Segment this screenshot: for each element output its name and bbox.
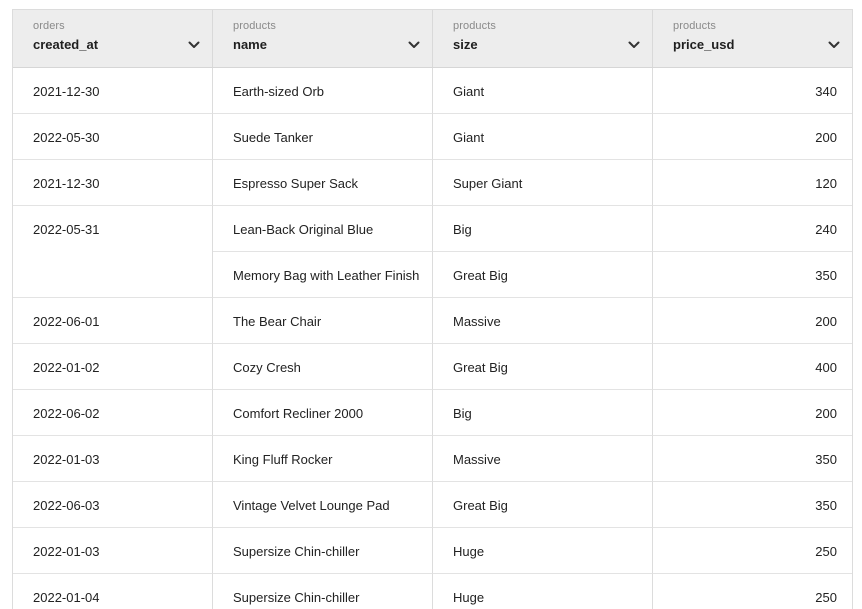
cell-created-at: 2022-05-30 bbox=[13, 114, 213, 160]
column-header-size[interactable]: products size bbox=[433, 10, 653, 67]
column-name: size bbox=[453, 37, 478, 52]
cell-price-usd: 250 bbox=[653, 574, 852, 609]
cell-price-usd: 350 bbox=[653, 482, 852, 528]
cell-price-usd: 240 bbox=[653, 206, 852, 252]
column-header-created-at[interactable]: orders created_at bbox=[13, 10, 213, 67]
cell-name: Suede Tanker bbox=[213, 114, 433, 160]
chevron-down-icon[interactable] bbox=[408, 41, 420, 49]
cell-price-usd: 200 bbox=[653, 114, 852, 160]
cell-created-at: 2021-12-30 bbox=[13, 160, 213, 206]
cell-size: Super Giant bbox=[433, 160, 653, 206]
data-table: orders created_at products name products… bbox=[12, 9, 853, 609]
cell-size: Big bbox=[433, 390, 653, 436]
cell-created-at: 2022-01-03 bbox=[13, 528, 213, 574]
cell-created-at: 2021-12-30 bbox=[13, 68, 213, 114]
cell-created-at: 2022-06-02 bbox=[13, 390, 213, 436]
cell-name: Earth-sized Orb bbox=[213, 68, 433, 114]
chevron-down-icon[interactable] bbox=[628, 41, 640, 49]
cell-price-usd: 350 bbox=[653, 436, 852, 482]
cell-price-usd: 120 bbox=[653, 160, 852, 206]
cell-created-at: 2022-01-02 bbox=[13, 344, 213, 390]
cell-created-at: 2022-01-03 bbox=[13, 436, 213, 482]
cell-created-at: 2022-06-01 bbox=[13, 298, 213, 344]
chevron-down-icon[interactable] bbox=[828, 41, 840, 49]
cell-name: The Bear Chair bbox=[213, 298, 433, 344]
cell-name: Supersize Chin-chiller bbox=[213, 528, 433, 574]
table-row[interactable]: 2022-06-01 The Bear Chair Massive 200 bbox=[13, 298, 852, 344]
cell-size: Massive bbox=[433, 436, 653, 482]
cell-name: King Fluff Rocker bbox=[213, 436, 433, 482]
table-row[interactable]: 2022-01-04 Supersize Chin-chiller Huge 2… bbox=[13, 574, 852, 609]
column-header-name[interactable]: products name bbox=[213, 10, 433, 67]
cell-size: Big bbox=[433, 206, 653, 252]
column-group-label: products bbox=[673, 20, 716, 32]
cell-price-usd: 340 bbox=[653, 68, 852, 114]
table-row[interactable]: 2022-05-30 Suede Tanker Giant 200 bbox=[13, 114, 852, 160]
chevron-down-icon[interactable] bbox=[188, 41, 200, 49]
cell-name: Comfort Recliner 2000 bbox=[213, 390, 433, 436]
table-row[interactable]: 2021-12-30 Espresso Super Sack Super Gia… bbox=[13, 160, 852, 206]
cell-created-at bbox=[13, 252, 213, 298]
cell-price-usd: 200 bbox=[653, 298, 852, 344]
cell-size: Great Big bbox=[433, 344, 653, 390]
cell-price-usd: 250 bbox=[653, 528, 852, 574]
column-group-label: products bbox=[233, 20, 276, 32]
cell-name: Supersize Chin-chiller bbox=[213, 574, 433, 609]
table-header: orders created_at products name products… bbox=[13, 10, 852, 68]
table-row[interactable]: Memory Bag with Leather Finish Great Big… bbox=[13, 252, 852, 298]
table-row[interactable]: 2022-06-03 Vintage Velvet Lounge Pad Gre… bbox=[13, 482, 852, 528]
table-row[interactable]: 2022-05-31 Lean-Back Original Blue Big 2… bbox=[13, 206, 852, 252]
column-group-label: orders bbox=[33, 20, 65, 32]
cell-price-usd: 400 bbox=[653, 344, 852, 390]
cell-created-at: 2022-05-31 bbox=[13, 206, 213, 252]
cell-size: Giant bbox=[433, 68, 653, 114]
table-row[interactable]: 2021-12-30 Earth-sized Orb Giant 340 bbox=[13, 68, 852, 114]
cell-name: Memory Bag with Leather Finish bbox=[213, 252, 433, 298]
table-row[interactable]: 2022-01-02 Cozy Cresh Great Big 400 bbox=[13, 344, 852, 390]
cell-size: Giant bbox=[433, 114, 653, 160]
cell-size: Great Big bbox=[433, 252, 653, 298]
cell-name: Espresso Super Sack bbox=[213, 160, 433, 206]
table-body: 2021-12-30 Earth-sized Orb Giant 340 202… bbox=[13, 68, 852, 609]
column-group-label: products bbox=[453, 20, 496, 32]
cell-size: Huge bbox=[433, 574, 653, 609]
cell-price-usd: 350 bbox=[653, 252, 852, 298]
cell-size: Massive bbox=[433, 298, 653, 344]
column-name: name bbox=[233, 37, 267, 52]
cell-price-usd: 200 bbox=[653, 390, 852, 436]
column-name: price_usd bbox=[673, 37, 735, 52]
column-name: created_at bbox=[33, 37, 99, 52]
cell-name: Cozy Cresh bbox=[213, 344, 433, 390]
column-header-price-usd[interactable]: products price_usd bbox=[653, 10, 852, 67]
cell-name: Vintage Velvet Lounge Pad bbox=[213, 482, 433, 528]
cell-size: Great Big bbox=[433, 482, 653, 528]
table-row[interactable]: 2022-01-03 Supersize Chin-chiller Huge 2… bbox=[13, 528, 852, 574]
cell-created-at: 2022-06-03 bbox=[13, 482, 213, 528]
cell-name: Lean-Back Original Blue bbox=[213, 206, 433, 252]
cell-created-at: 2022-01-04 bbox=[13, 574, 213, 609]
table-row[interactable]: 2022-01-03 King Fluff Rocker Massive 350 bbox=[13, 436, 852, 482]
cell-size: Huge bbox=[433, 528, 653, 574]
table-row[interactable]: 2022-06-02 Comfort Recliner 2000 Big 200 bbox=[13, 390, 852, 436]
